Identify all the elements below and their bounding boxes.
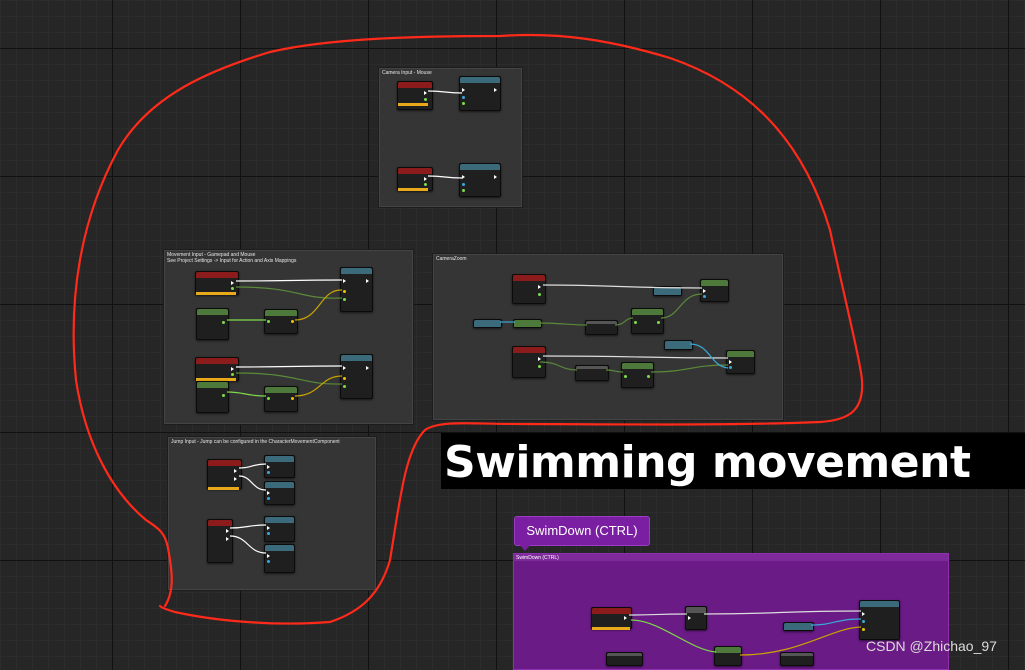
annotation-layer: [72, 33, 864, 625]
watermark: CSDN @Zhichao_97: [866, 638, 997, 654]
red-annotation-circle: [72, 33, 864, 625]
